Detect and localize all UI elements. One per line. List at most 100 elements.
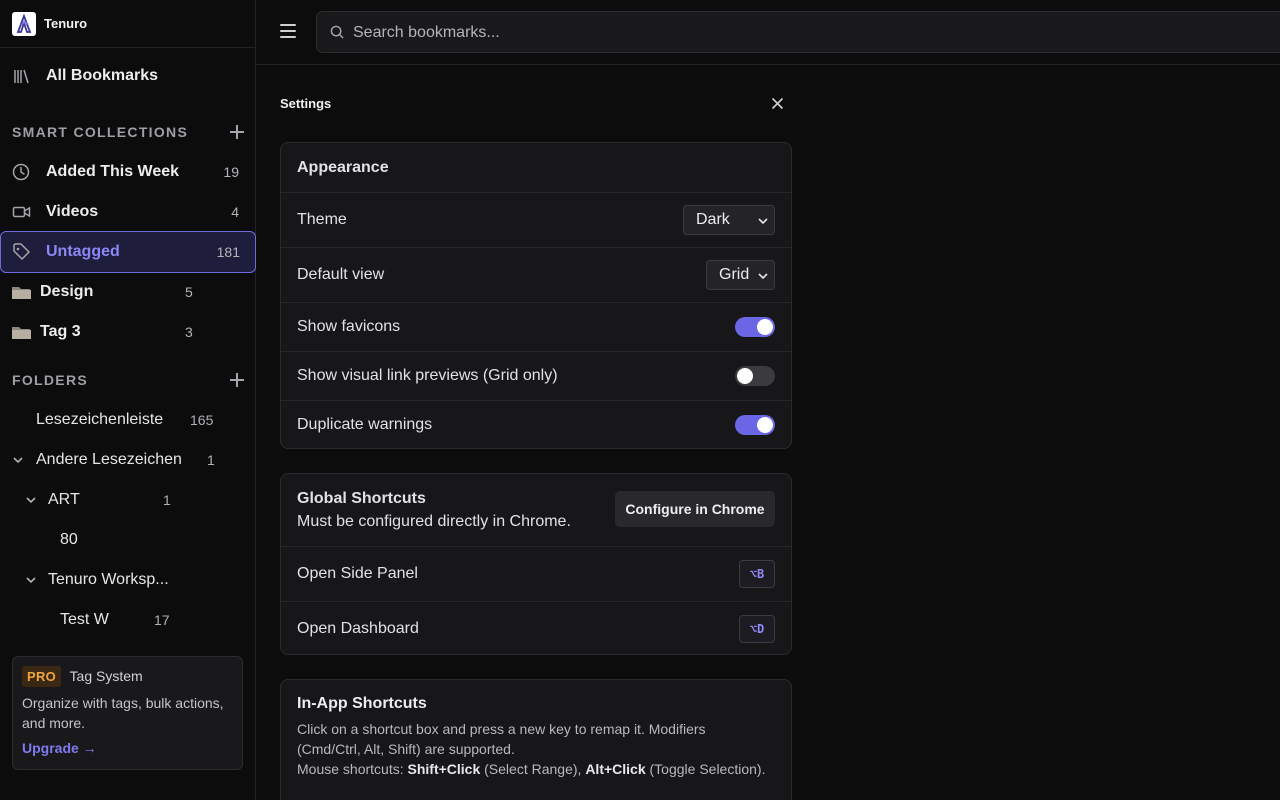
all-bookmarks-item[interactable]: All Bookmarks <box>0 56 256 96</box>
brand[interactable]: Tenuro <box>0 0 255 48</box>
global-shortcuts-heading: Global Shortcuts <box>297 490 426 507</box>
inapp-shortcuts-header: In-App Shortcuts Click on a shortcut box… <box>281 680 791 779</box>
folder-item-lesezeichenleiste[interactable]: Lesezeichenleiste 165 <box>0 400 256 440</box>
configure-in-chrome-button[interactable]: Configure in Chrome <box>615 491 775 527</box>
folder-label: Lesezeichenleiste <box>36 411 164 428</box>
global-shortcuts-card: Global Shortcuts Must be configured dire… <box>280 473 792 655</box>
appearance-heading: Appearance <box>297 159 389 176</box>
sidebar-item-label: Untagged <box>46 243 120 260</box>
smart-collections-title: SMART COLLECTIONS <box>12 124 189 140</box>
all-bookmarks-label: All Bookmarks <box>46 67 159 84</box>
sidebar-item-count: 5 <box>185 284 193 300</box>
folder-emoji-icon <box>12 287 31 299</box>
sidebar-item-count: 181 <box>216 244 240 260</box>
visual-previews-row: Show visual link previews (Grid only) <box>281 351 791 400</box>
sidebar-item-videos[interactable]: Videos 4 <box>0 192 256 232</box>
add-smart-collection-icon[interactable] <box>230 125 244 139</box>
sidebar-item-added-this-week[interactable]: Added This Week 19 <box>0 152 256 192</box>
theme-select[interactable]: Dark <box>683 205 775 235</box>
brand-name: Tenuro <box>44 16 88 31</box>
theme-label: Theme <box>297 211 347 228</box>
alt-click-desc: (Toggle Selection). <box>645 761 766 777</box>
chevron-down-icon[interactable] <box>25 494 37 506</box>
search-placeholder: Search bookmarks... <box>353 24 500 41</box>
chevron-down-icon <box>758 218 768 225</box>
folder-item-andere-lesezeichen[interactable]: Andere Lesezeichen 1 <box>0 440 256 480</box>
shift-click-desc: (Select Range), <box>480 761 586 777</box>
visual-previews-label: Show visual link previews (Grid only) <box>297 367 558 384</box>
folder-item-80[interactable]: 80 <box>0 520 256 560</box>
shortcut-key: ⌥B <box>739 560 775 588</box>
folder-count: 1 <box>163 492 171 508</box>
theme-value: Dark <box>696 211 730 228</box>
pro-description: Organize with tags, bulk actions, and mo… <box>22 695 224 731</box>
shortcut-key: ⌥D <box>739 615 775 643</box>
default-view-select[interactable]: Grid <box>706 260 775 290</box>
folder-label: Tenuro Worksp... <box>48 571 169 588</box>
folder-label: ART <box>48 491 80 508</box>
chevron-down-icon <box>758 273 768 280</box>
shift-click-label: Shift+Click <box>407 761 481 777</box>
folder-count: 165 <box>190 412 214 428</box>
show-favicons-label: Show favicons <box>297 318 401 335</box>
folder-emoji-icon <box>12 327 31 339</box>
inapp-shortcuts-heading: In-App Shortcuts <box>297 695 427 712</box>
duplicate-warnings-row: Duplicate warnings <box>281 400 791 448</box>
sidebar-item-label: Videos <box>46 203 99 220</box>
inapp-shortcuts-card: In-App Shortcuts Click on a shortcut box… <box>280 679 792 800</box>
clock-icon <box>12 163 30 181</box>
smart-collections-header: SMART COLLECTIONS <box>12 122 244 142</box>
duplicate-warnings-label: Duplicate warnings <box>297 416 433 433</box>
folder-label: Andere Lesezeichen <box>36 451 182 468</box>
sidebar-item-label: Design <box>40 283 94 300</box>
chevron-down-icon[interactable] <box>25 574 37 586</box>
folder-item-test-w[interactable]: Test W 17 <box>0 600 256 640</box>
default-view-row: Default view Grid <box>281 247 791 302</box>
show-favicons-toggle[interactable] <box>735 317 775 337</box>
menu-toggle-icon[interactable] <box>280 24 296 38</box>
theme-row: Theme Dark <box>281 192 791 247</box>
alt-click-label: Alt+Click <box>585 761 646 777</box>
sidebar-item-count: 3 <box>185 324 193 340</box>
tag-icon <box>13 243 30 260</box>
search-icon <box>330 25 344 39</box>
default-view-label: Default view <box>297 266 385 283</box>
library-icon <box>14 69 29 84</box>
sidebar-item-label: Tag 3 <box>40 323 81 340</box>
upgrade-link[interactable]: Upgrade → <box>22 740 97 756</box>
folder-item-art[interactable]: ART 1 <box>0 480 256 520</box>
sidebar-tag-design[interactable]: Design 5 <box>0 272 256 312</box>
open-side-panel-row: Open Side Panel ⌥B <box>281 546 791 601</box>
duplicate-warnings-toggle[interactable] <box>735 415 775 435</box>
top-bar: Search bookmarks... <box>256 0 1280 65</box>
tenuro-logo-icon <box>12 11 36 36</box>
sidebar-item-untagged[interactable]: Untagged 181 <box>0 231 256 273</box>
sidebar: Tenuro All Bookmarks SMART COLLECTIONS A… <box>0 0 256 800</box>
folder-item-tenuro-workspace[interactable]: Tenuro Worksp... <box>0 560 256 600</box>
pro-upsell-card: PRO Tag System Organize with tags, bulk … <box>12 656 243 770</box>
pro-badge: PRO <box>22 666 62 687</box>
folders-header: FOLDERS <box>12 370 244 390</box>
mouse-shortcuts-prefix: Mouse shortcuts: <box>297 761 408 777</box>
add-folder-icon[interactable] <box>230 373 244 387</box>
folder-label: Test W <box>60 611 109 628</box>
sidebar-item-count: 19 <box>223 164 239 180</box>
sidebar-item-count: 4 <box>231 204 239 220</box>
show-favicons-row: Show favicons <box>281 302 791 351</box>
inapp-shortcuts-description: Click on a shortcut box and press a new … <box>297 721 706 757</box>
global-shortcuts-header: Global Shortcuts Must be configured dire… <box>281 474 791 546</box>
video-icon <box>12 206 31 218</box>
appearance-card: Appearance Theme Dark Default view Grid … <box>280 142 792 449</box>
folders-title: FOLDERS <box>12 372 88 388</box>
settings-title: Settings <box>280 96 332 111</box>
global-shortcuts-subtitle: Must be configured directly in Chrome. <box>297 513 571 530</box>
sidebar-item-label: Added This Week <box>46 163 180 180</box>
chevron-down-icon[interactable] <box>12 454 24 466</box>
close-icon[interactable] <box>771 97 784 110</box>
folder-count: 17 <box>154 612 170 628</box>
search-input[interactable]: Search bookmarks... <box>316 11 1280 53</box>
appearance-header: Appearance <box>281 143 791 192</box>
open-dashboard-row: Open Dashboard ⌥D <box>281 601 791 654</box>
sidebar-tag-tag3[interactable]: Tag 3 3 <box>0 312 256 352</box>
visual-previews-toggle[interactable] <box>735 366 775 386</box>
